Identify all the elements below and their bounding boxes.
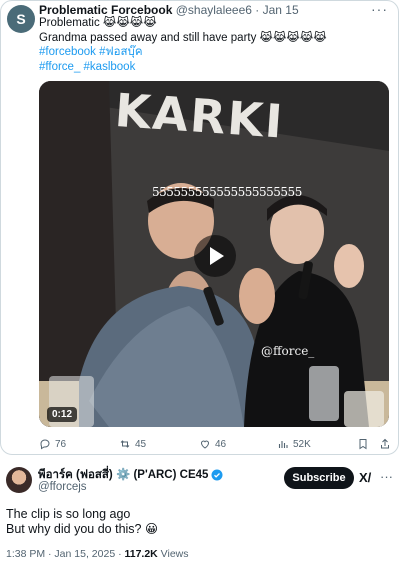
grok-icon[interactable]: X/ <box>359 470 373 486</box>
hashtag-link[interactable]: #fforce_ #kaslbook <box>39 60 389 75</box>
tweet-line: The clip is so long ago <box>6 507 131 521</box>
share-action[interactable] <box>379 438 391 450</box>
share-icon <box>381 438 389 449</box>
bookmark-action[interactable] <box>357 438 369 450</box>
bookmark-icon <box>359 439 367 450</box>
hashtag-link[interactable]: #forcebook #ฟอสบุ๊ค <box>39 45 389 60</box>
quoted-display-name[interactable]: Problematic Forcebook <box>39 3 172 17</box>
tweet-line: But why did you do this? 😀 <box>6 522 159 536</box>
like-count: 46 <box>215 438 227 450</box>
verified-badge-icon <box>211 469 223 481</box>
like-action[interactable]: 46 <box>199 438 226 450</box>
quoted-header: Problematic Forcebook @shaylaleee6 · Jan… <box>39 3 299 17</box>
more-horizontal-icon[interactable]: ··· <box>380 469 393 484</box>
tweet-meta: 1:38 PM · Jan 15, 2025 · 117.2K Views <box>6 548 189 560</box>
tweet-text: The clip is so long ago But why did you … <box>6 507 158 537</box>
reply-action[interactable]: 76 <box>39 438 66 450</box>
video-watermark: @fforce_ <box>261 344 315 358</box>
reply-icon <box>40 439 50 450</box>
views-label: Views <box>157 548 189 560</box>
reply-count: 76 <box>55 438 67 450</box>
avatar[interactable] <box>6 467 32 493</box>
repost-count: 45 <box>135 438 147 450</box>
subscribe-button[interactable]: Subscribe <box>284 467 354 489</box>
handle[interactable]: @fforcejs <box>38 481 87 493</box>
quoted-tweet-text: Problematic 😹😹😹😹 Grandma passed away and… <box>39 16 389 74</box>
play-icon[interactable] <box>194 235 236 277</box>
repost-action[interactable]: 45 <box>119 438 146 450</box>
quoted-avatar[interactable]: S <box>7 5 35 33</box>
quoted-line: Grandma passed away and still have party… <box>39 31 327 44</box>
more-horizontal-icon[interactable]: ··· <box>371 1 388 17</box>
quoted-handle-date: @shaylaleee6 · Jan 15 <box>175 3 299 17</box>
video-player[interactable]: KARKI 555555555555555555555 @fforce_ 0:1… <box>39 81 389 427</box>
video-caption: 555555555555555555555 <box>152 185 302 199</box>
timestamp[interactable]: 1:38 PM · Jan 15, 2025 · <box>6 548 124 560</box>
quoted-action-bar: 76 45 46 52K <box>39 438 394 454</box>
video-duration: 0:12 <box>47 407 78 422</box>
quoted-tweet-card[interactable]: S Problematic Forcebook @shaylaleee6 · J… <box>0 0 399 455</box>
quoted-line: Problematic 😹😹😹😹 <box>39 17 157 29</box>
bar-chart-icon <box>278 441 288 448</box>
repost-icon <box>120 440 130 448</box>
views-count: 52K <box>293 438 311 450</box>
views-action[interactable]: 52K <box>277 438 311 450</box>
views-count: 117.2K <box>124 548 158 560</box>
heart-icon <box>200 440 210 449</box>
